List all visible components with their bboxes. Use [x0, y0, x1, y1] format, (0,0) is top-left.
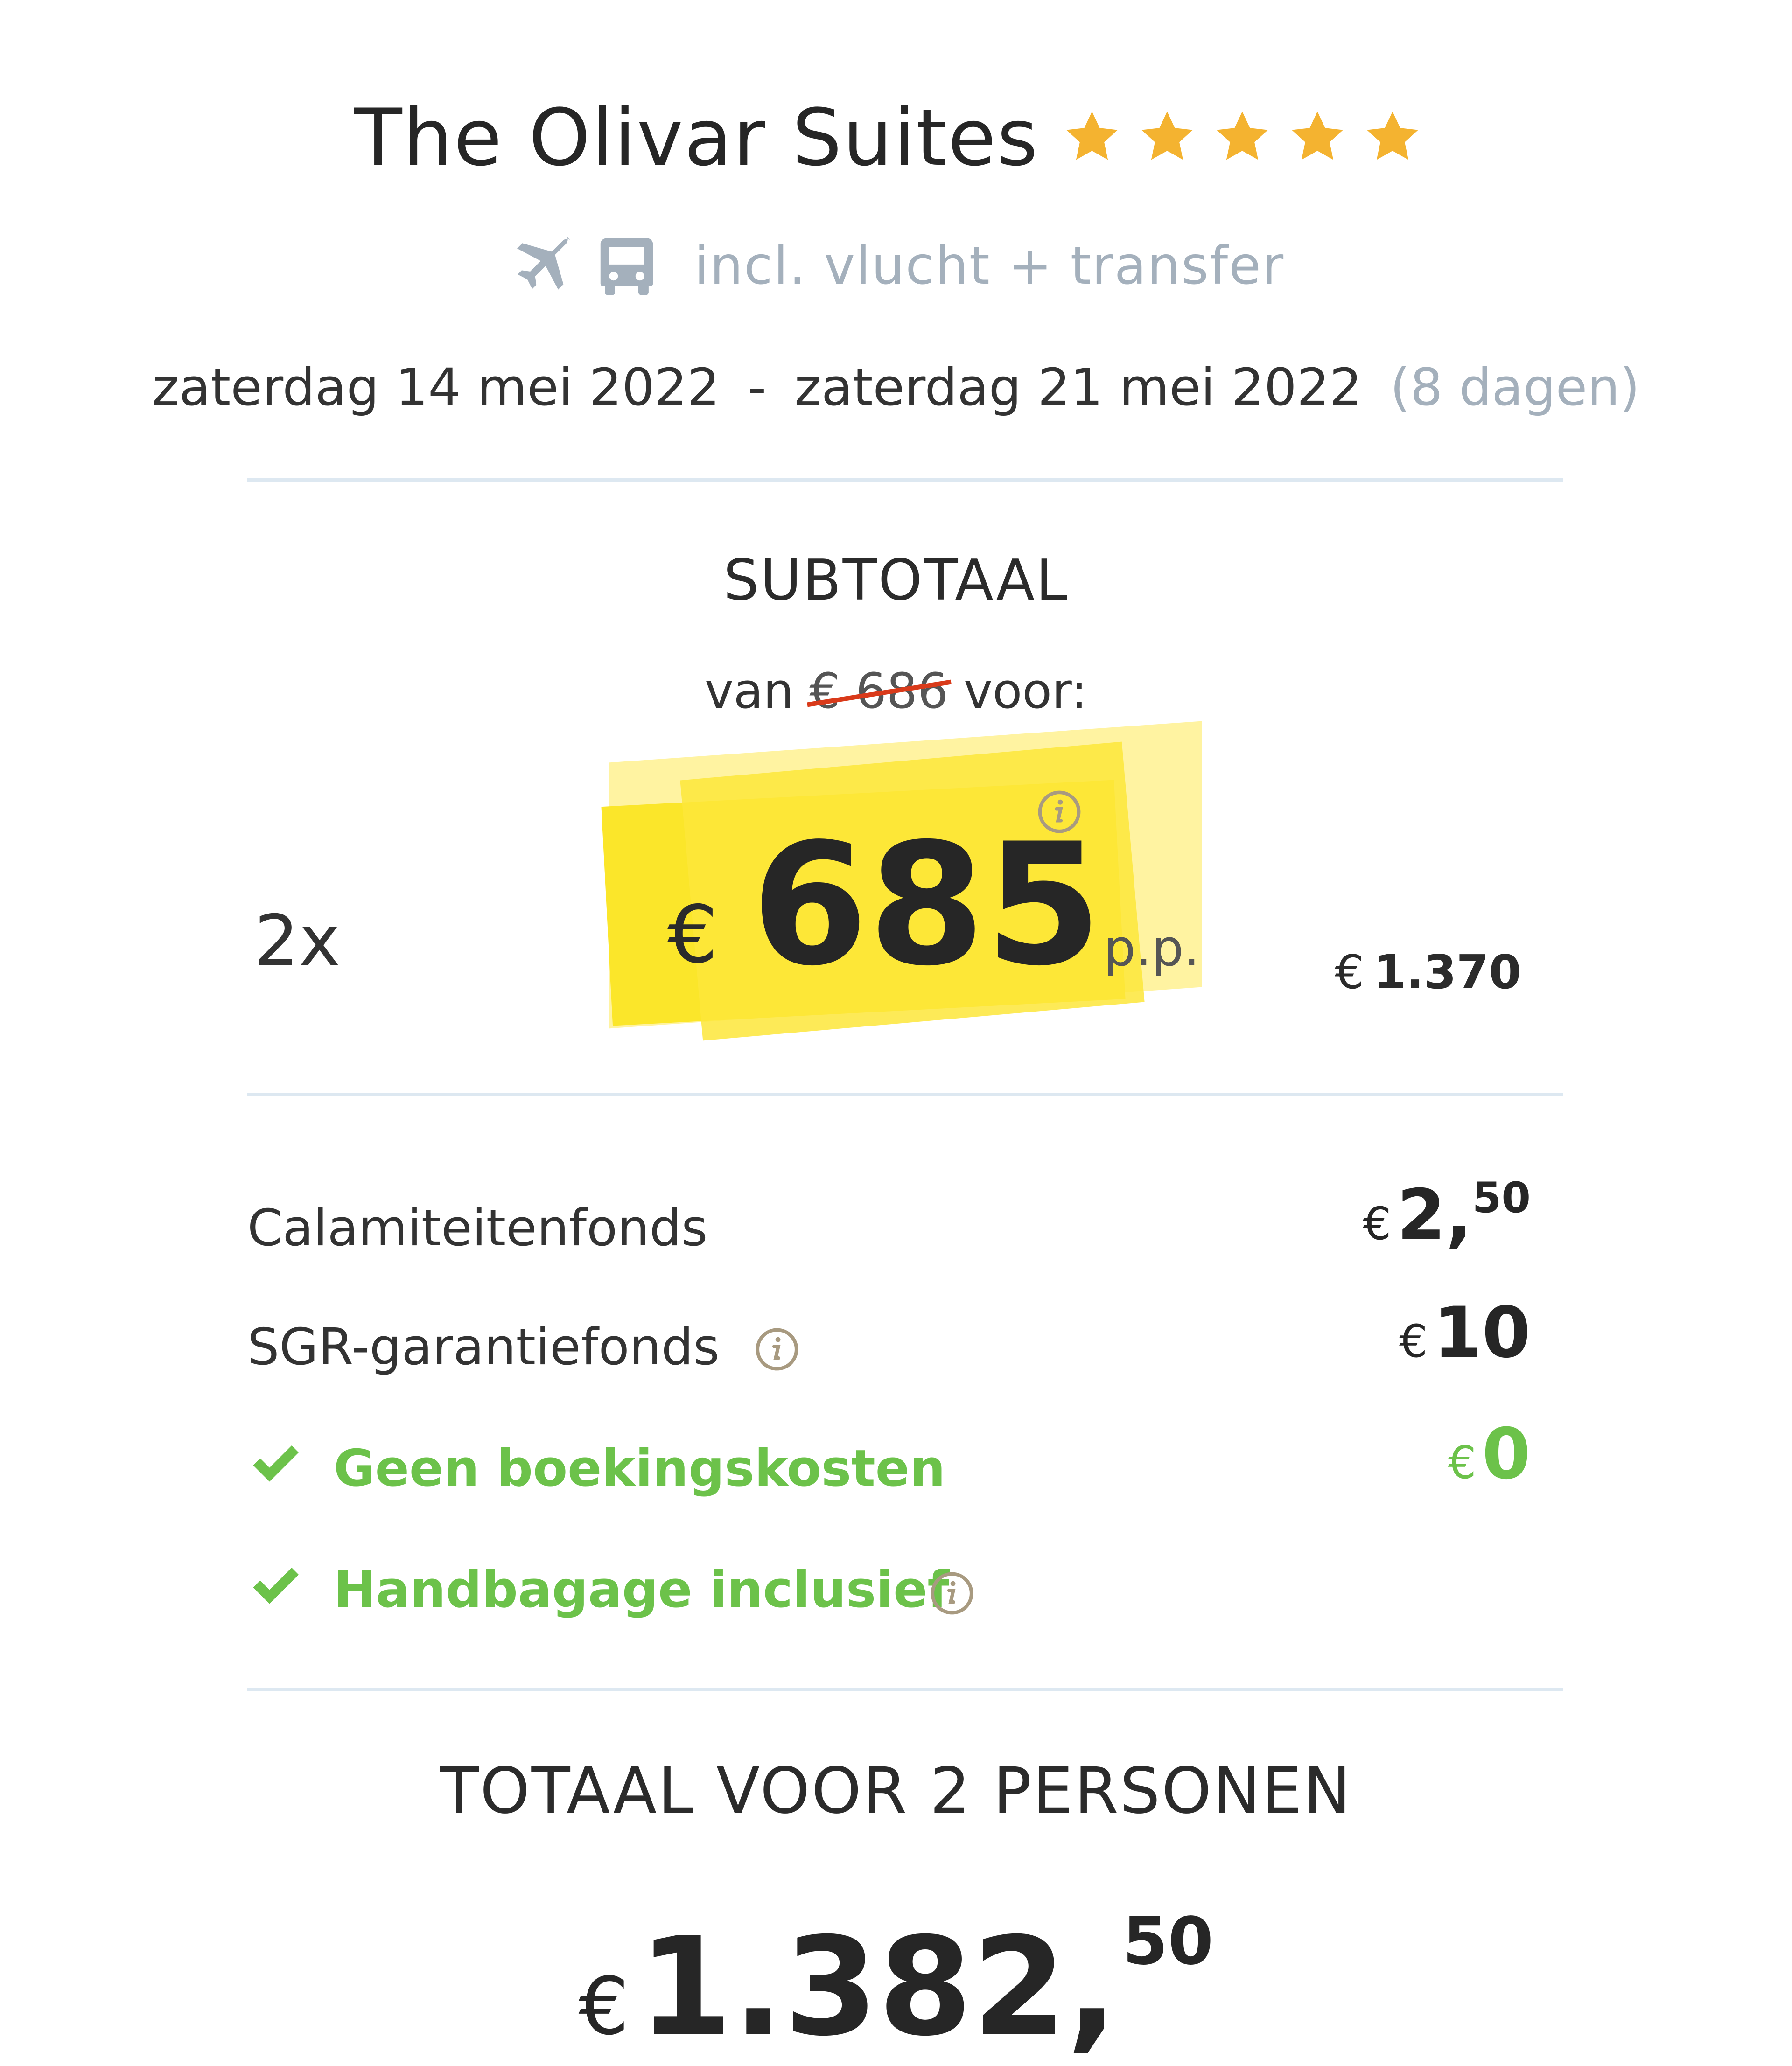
fee-label-calamiteitenfonds: Calamiteitenfonds — [247, 1199, 708, 1257]
total-decimal: 50 — [1122, 1904, 1214, 1980]
currency-symbol: € — [1399, 1315, 1428, 1368]
hotel-title-row: The Olivar Suites — [0, 89, 1792, 187]
hand-luggage-info-icon[interactable] — [929, 1570, 975, 1617]
checkmark-icon — [247, 1436, 303, 1492]
currency-symbol: € — [1363, 1198, 1392, 1250]
total-integer: 1.382, — [638, 1909, 1118, 2066]
star-icon — [1062, 108, 1122, 168]
fee-label-booking-costs: Geen boekingskosten — [334, 1439, 945, 1498]
star-icon — [1363, 108, 1422, 168]
trip-duration: (8 dagen) — [1390, 357, 1640, 417]
included-services-text: incl. vlucht + transfer — [694, 236, 1285, 296]
fee-label-sgr: SGR-garantiefonds — [247, 1318, 720, 1376]
divider — [247, 478, 1563, 482]
discount-prefix: van — [705, 663, 794, 719]
discount-line: van € 686 voor: — [0, 663, 1792, 719]
amount-integer: 10 — [1433, 1292, 1531, 1374]
star-icon — [1137, 108, 1197, 168]
star-rating — [1062, 108, 1438, 168]
sgr-info-icon[interactable] — [754, 1326, 800, 1373]
amount-integer: 0 — [1482, 1414, 1531, 1495]
amount-integer: 2, — [1397, 1175, 1472, 1256]
fee-amount-booking-costs: €0 — [1448, 1414, 1531, 1495]
bus-icon — [592, 231, 662, 301]
old-price: € 686 — [809, 663, 949, 719]
date-separator: - — [748, 357, 767, 417]
amount-decimal: 50 — [1472, 1173, 1531, 1222]
fee-amount-calamiteitenfonds: €2,50 — [1363, 1173, 1531, 1256]
fee-label-hand-luggage: Handbagage inclusief — [334, 1561, 950, 1619]
star-icon — [1288, 108, 1347, 168]
date-end: zaterdag 21 mei 2022 — [794, 357, 1362, 417]
included-services-row: incl. vlucht + transfer — [0, 229, 1792, 303]
price-currency: € — [667, 889, 718, 981]
price-per-person: 685 — [751, 807, 1102, 1003]
discount-suffix: voor: — [964, 663, 1087, 719]
divider — [247, 1688, 1563, 1691]
currency-symbol: € — [1448, 1437, 1477, 1489]
per-person-label: p.p. — [1104, 919, 1200, 977]
plane-icon — [508, 231, 578, 301]
fee-amount-sgr: €10 — [1399, 1292, 1531, 1374]
divider — [247, 1093, 1563, 1096]
date-start: zaterdag 14 mei 2022 — [152, 357, 720, 417]
total-amount: €1.382,50 — [0, 1904, 1792, 2066]
star-icon — [1212, 108, 1272, 168]
travel-dates: zaterdag 14 mei 2022 - zaterdag 21 mei 2… — [0, 355, 1792, 420]
hotel-name: The Olivar Suites — [354, 92, 1039, 183]
subtotal-amount: €1.370 — [1335, 945, 1521, 999]
subtotal-currency: € — [1335, 945, 1365, 999]
checkmark-icon — [247, 1558, 303, 1614]
quantity: 2x — [254, 900, 341, 982]
subtotal-value: 1.370 — [1373, 945, 1521, 999]
total-currency: € — [578, 1961, 629, 2053]
subtotal-title: SUBTOTAAL — [723, 548, 1069, 613]
total-title: TOTAAL VOOR 2 PERSONEN — [440, 1754, 1352, 1828]
